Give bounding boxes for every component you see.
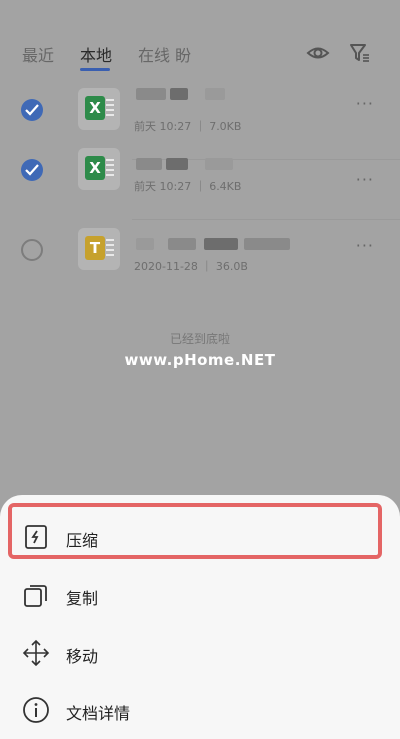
file-list-item[interactable]: T 2020-11-28 ｜ 36.0B ···: [0, 220, 400, 300]
action-sheet: 压缩 复制 移动 文档详情: [0, 495, 400, 739]
text-file-icon: T: [78, 228, 120, 270]
more-options-button[interactable]: ···: [356, 94, 374, 113]
blurred-filename: [136, 88, 166, 100]
excel-file-icon: X: [78, 148, 120, 190]
file-type-letter: T: [85, 236, 105, 260]
checkbox-checked[interactable]: [21, 159, 43, 181]
checkbox-checked[interactable]: [21, 99, 43, 121]
menu-item-details[interactable]: 文档详情: [0, 682, 400, 738]
menu-label: 复制: [66, 589, 99, 608]
eye-icon[interactable]: [306, 42, 330, 64]
file-type-letter: X: [85, 156, 105, 180]
file-type-letter: X: [85, 96, 105, 120]
blurred-filename: [136, 158, 162, 170]
file-meta: 前天 10:27 ｜ 6.4KB: [134, 180, 242, 193]
checkbox-unchecked[interactable]: [21, 239, 43, 261]
watermark-text: www.pHome.NET: [124, 351, 276, 369]
tab-online[interactable]: 在线 盼: [138, 42, 191, 66]
highlight-box: [8, 503, 382, 559]
menu-item-move[interactable]: 移动: [0, 625, 400, 681]
tab-recent[interactable]: 最近: [22, 42, 54, 66]
tab-bar: 最近 本地 在线 盼: [22, 42, 380, 72]
file-list-item[interactable]: X 前天 10:27 ｜ 6.4KB ···: [0, 140, 400, 220]
more-options-button[interactable]: ···: [356, 236, 374, 255]
excel-file-icon: X: [78, 88, 120, 130]
file-meta: 前天 10:27 ｜ 7.0KB: [134, 120, 242, 133]
more-options-button[interactable]: ···: [356, 170, 374, 189]
menu-label: 移动: [66, 647, 99, 666]
info-icon: [22, 696, 50, 724]
tab-local[interactable]: 本地: [80, 42, 112, 66]
menu-item-copy[interactable]: 复制: [0, 567, 400, 623]
filter-icon[interactable]: [348, 42, 372, 64]
active-tab-indicator: [80, 68, 110, 71]
move-icon: [22, 639, 50, 667]
end-of-list-note: 已经到底啦: [169, 332, 230, 346]
copy-icon: [22, 581, 50, 609]
menu-label: 文档详情: [66, 704, 131, 723]
file-meta: 2020-11-28 ｜ 36.0B: [134, 260, 248, 273]
blurred-filename: [136, 238, 154, 250]
